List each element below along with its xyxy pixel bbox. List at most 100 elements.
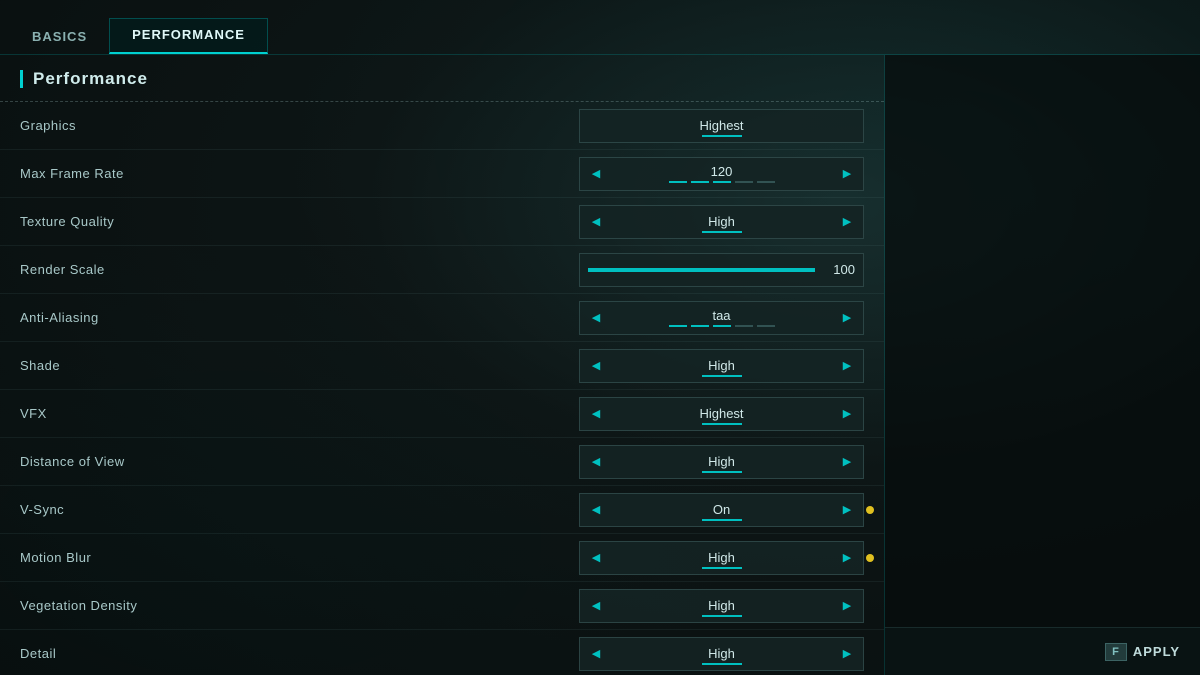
arrow-right-max-frame-rate[interactable]: [833, 160, 861, 188]
arrow-left-anti-aliasing[interactable]: [582, 304, 610, 332]
value-graphics: Highest: [580, 118, 863, 133]
dot: [691, 181, 709, 183]
arrow-right-anti-aliasing[interactable]: [833, 304, 861, 332]
value-shade: High: [610, 358, 833, 373]
warning-dot-motion-blur: [866, 554, 874, 562]
indicator-dots: [669, 181, 775, 183]
apply-button[interactable]: F APPLY: [1105, 643, 1180, 661]
control-wrap-motion-blur: High: [579, 541, 864, 575]
value-vegetation-density: High: [610, 598, 833, 613]
control-vfx: Highest: [579, 397, 864, 431]
arrow-right-vfx[interactable]: [833, 400, 861, 428]
value-render-scale: 100: [825, 262, 855, 277]
control-texture-quality: High: [579, 205, 864, 239]
control-wrap-max-frame-rate: 120: [579, 157, 864, 191]
arrow-right-texture-quality[interactable]: [833, 208, 861, 236]
slider-track[interactable]: [588, 268, 815, 272]
dot: [735, 181, 753, 183]
control-detail: High: [579, 637, 864, 671]
control-wrap-vfx: Highest: [579, 397, 864, 431]
setting-label-shade: Shade: [20, 358, 579, 373]
setting-label-detail: Detail: [20, 646, 579, 661]
arrow-left-vegetation-density[interactable]: [582, 592, 610, 620]
setting-row-motion-blur: Motion Blur High: [0, 534, 884, 582]
value-motion-blur: High: [610, 550, 833, 565]
arrow-right-detail[interactable]: [833, 640, 861, 668]
tab-performance[interactable]: PERFORMANCE: [109, 18, 268, 54]
control-wrap-distance-of-view: High: [579, 445, 864, 479]
arrow-right-shade[interactable]: [833, 352, 861, 380]
settings-list: GraphicsHighestMax Frame Rate120Texture …: [0, 102, 884, 675]
dot: [669, 181, 687, 183]
setting-label-vegetation-density: Vegetation Density: [20, 598, 579, 613]
dot: [713, 181, 731, 183]
arrow-left-texture-quality[interactable]: [582, 208, 610, 236]
apply-area: F APPLY: [885, 627, 1200, 675]
value-texture-quality: High: [610, 214, 833, 229]
control-motion-blur: High: [579, 541, 864, 575]
arrow-right-motion-blur[interactable]: [833, 544, 861, 572]
setting-row-v-sync: V-Sync On: [0, 486, 884, 534]
control-wrap-vegetation-density: High: [579, 589, 864, 623]
control-vegetation-density: High: [579, 589, 864, 623]
control-wrap-detail: High: [579, 637, 864, 671]
setting-row-vfx: VFX Highest: [0, 390, 884, 438]
value-detail: High: [610, 646, 833, 661]
dot: [691, 325, 709, 327]
tab-basics[interactable]: BASICS: [10, 21, 109, 54]
main-content: Performance GraphicsHighestMax Frame Rat…: [0, 55, 1200, 675]
value-v-sync: On: [610, 502, 833, 517]
setting-row-shade: Shade High: [0, 342, 884, 390]
dot: [757, 325, 775, 327]
dot: [669, 325, 687, 327]
arrow-left-shade[interactable]: [582, 352, 610, 380]
dot: [735, 325, 753, 327]
value-distance-of-view: High: [610, 454, 833, 469]
arrow-left-vfx[interactable]: [582, 400, 610, 428]
control-shade: High: [579, 349, 864, 383]
warning-dot-v-sync: [866, 506, 874, 514]
setting-row-detail: Detail High: [0, 630, 884, 675]
settings-panel: Performance GraphicsHighestMax Frame Rat…: [0, 55, 884, 675]
control-wrap-graphics: Highest: [579, 109, 864, 143]
setting-row-graphics: GraphicsHighest: [0, 102, 884, 150]
setting-row-anti-aliasing: Anti-Aliasing taa: [0, 294, 884, 342]
arrow-left-max-frame-rate[interactable]: [582, 160, 610, 188]
arrow-left-detail[interactable]: [582, 640, 610, 668]
arrow-left-v-sync[interactable]: [582, 496, 610, 524]
arrow-left-motion-blur[interactable]: [582, 544, 610, 572]
control-wrap-texture-quality: High: [579, 205, 864, 239]
control-v-sync: On: [579, 493, 864, 527]
setting-row-max-frame-rate: Max Frame Rate120: [0, 150, 884, 198]
control-render-scale[interactable]: 100: [579, 253, 864, 287]
tabs-bar: BASICS PERFORMANCE: [0, 0, 1200, 55]
setting-label-vfx: VFX: [20, 406, 579, 421]
setting-label-texture-quality: Texture Quality: [20, 214, 579, 229]
apply-label: APPLY: [1133, 644, 1180, 659]
section-title: Performance: [0, 55, 884, 102]
apply-key: F: [1105, 643, 1127, 661]
setting-label-v-sync: V-Sync: [20, 502, 579, 517]
arrow-right-v-sync[interactable]: [833, 496, 861, 524]
control-wrap-render-scale: 100: [579, 253, 864, 287]
value-max-frame-rate: 120: [711, 164, 733, 179]
control-anti-aliasing: taa: [579, 301, 864, 335]
setting-label-motion-blur: Motion Blur: [20, 550, 579, 565]
arrow-right-distance-of-view[interactable]: [833, 448, 861, 476]
indicator-dots: [669, 325, 775, 327]
value-anti-aliasing: taa: [712, 308, 730, 323]
setting-label-anti-aliasing: Anti-Aliasing: [20, 310, 579, 325]
control-graphics: Highest: [579, 109, 864, 143]
setting-label-render-scale: Render Scale: [20, 262, 579, 277]
arrow-right-vegetation-density[interactable]: [833, 592, 861, 620]
value-vfx: Highest: [610, 406, 833, 421]
setting-row-distance-of-view: Distance of ViewHigh: [0, 438, 884, 486]
slider-fill: [588, 268, 815, 272]
dot: [757, 181, 775, 183]
control-wrap-v-sync: On: [579, 493, 864, 527]
setting-label-graphics: Graphics: [20, 118, 579, 133]
arrow-left-distance-of-view[interactable]: [582, 448, 610, 476]
setting-row-texture-quality: Texture Quality High: [0, 198, 884, 246]
setting-row-render-scale: Render Scale 100: [0, 246, 884, 294]
control-wrap-anti-aliasing: taa: [579, 301, 864, 335]
